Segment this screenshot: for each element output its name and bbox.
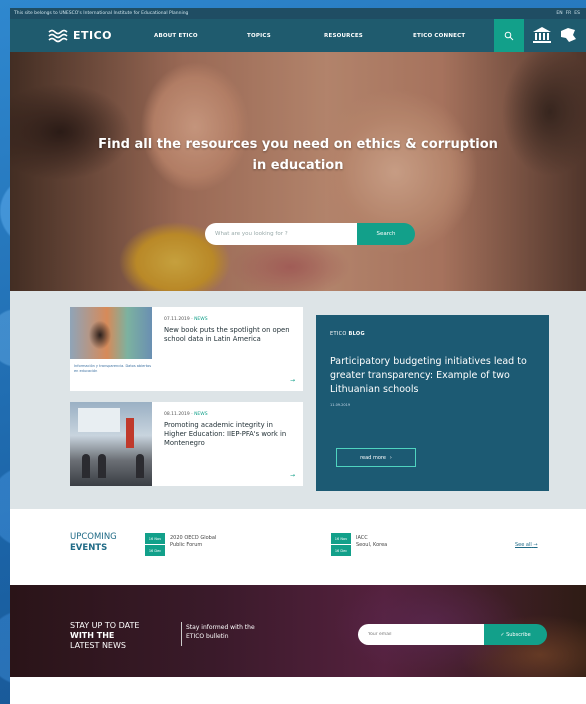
search-icon — [504, 31, 514, 40]
news-meta: 08.11.2019 · NEWS — [164, 412, 208, 417]
upcoming-events: UPCOMING EVENTS 16 Nov 16 Dec 2020 OECD … — [10, 509, 586, 585]
read-more-button[interactable]: read more › — [336, 448, 416, 467]
arrow-right-icon: → — [533, 542, 538, 548]
hero-search: Search — [205, 223, 415, 245]
event-location: Public Forum — [170, 542, 203, 548]
main-navigation: ETICO ABOUT ETICO TOPICS RESOURCES ETICO… — [10, 19, 586, 52]
nav-topics[interactable]: TOPICS — [247, 33, 324, 39]
logo-text: ETICO — [73, 29, 113, 42]
newsletter-description: Stay informed with the ETICO bulletin — [186, 624, 255, 640]
hero-title: Find all the resources you need on ethic… — [10, 134, 586, 176]
lang-en[interactable]: EN — [556, 11, 562, 16]
news-meta: 07.11.2019 · NEWS — [164, 317, 208, 322]
subscribe-button[interactable]: ✓ Subscribe — [484, 624, 547, 645]
blog-feature: ETICO BLOG Participatory budgeting initi… — [316, 315, 549, 491]
hero-banner: Find all the resources you need on ethic… — [10, 52, 586, 291]
chevron-right-icon: › — [389, 454, 392, 461]
news-tag: NEWS — [194, 412, 208, 417]
news-date: 08.11.2019 — [164, 412, 190, 417]
news-image-caption: Información y transparencia. Datos abier… — [74, 364, 152, 373]
language-switcher: EN FR ES — [556, 11, 580, 16]
blog-title[interactable]: Participatory budgeting initiatives lead… — [330, 355, 535, 397]
event-item[interactable]: 16 Nov 16 Dec IACC Seoul, Korea — [331, 533, 387, 556]
event-location: Seoul, Korea — [356, 542, 388, 548]
nav-menu: ABOUT ETICO TOPICS RESOURCES ETICO CONNE… — [154, 33, 483, 39]
news-image — [70, 402, 152, 486]
see-all-events-link[interactable]: See all → — [515, 542, 538, 548]
news-section: Información y transparencia. Datos abier… — [10, 291, 586, 509]
hero-title-line2: in education — [252, 158, 344, 173]
website-page: This site belongs to UNESCO's Internatio… — [10, 8, 586, 704]
blog-label: ETICO BLOG — [330, 331, 365, 337]
etico-logo[interactable]: ETICO — [48, 29, 112, 43]
email-field[interactable] — [358, 624, 484, 645]
newsletter-form: ✓ Subscribe — [358, 624, 547, 645]
event-title: IACC — [356, 535, 368, 541]
news-image: Información y transparencia. Datos abier… — [70, 307, 152, 391]
news-title[interactable]: Promoting academic integrity in Higher E… — [164, 421, 295, 448]
hero-search-input[interactable] — [205, 223, 357, 245]
event-date-start: 16 Nov — [331, 533, 351, 544]
news-card[interactable]: 08.11.2019 · NEWS Promoting academic int… — [70, 402, 303, 486]
hero-title-line1: Find all the resources you need on ethic… — [98, 137, 498, 152]
news-tag: NEWS — [194, 317, 208, 322]
news-title[interactable]: New book puts the spotlight on open scho… — [164, 326, 295, 344]
blog-date: 11.09.2019 — [330, 403, 351, 407]
footer-area — [10, 677, 586, 704]
arrow-right-icon[interactable]: → — [290, 472, 295, 479]
waves-icon — [48, 29, 68, 42]
globe-emblem-icon[interactable] — [558, 25, 578, 45]
arrow-right-icon[interactable]: → — [290, 377, 295, 384]
hero-search-button[interactable]: Search — [357, 223, 415, 245]
newsletter-signup: STAY UP TO DATE WITH THE LATEST NEWS Sta… — [10, 585, 586, 677]
event-item[interactable]: 16 Nov 16 Dec 2020 OECD Global Public Fo… — [145, 533, 216, 556]
nav-etico-connect[interactable]: ETICO CONNECT — [413, 33, 483, 39]
lang-es[interactable]: ES — [574, 11, 580, 16]
institute-notice: This site belongs to UNESCO's Internatio… — [14, 11, 189, 16]
institution-icon[interactable] — [532, 25, 552, 45]
nav-about[interactable]: ABOUT ETICO — [154, 33, 247, 39]
event-title: 2020 OECD Global — [170, 535, 217, 541]
nav-search-button[interactable] — [494, 19, 524, 52]
event-date-start: 16 Nov — [145, 533, 165, 544]
divider — [181, 622, 182, 646]
newsletter-title: STAY UP TO DATE WITH THE LATEST NEWS — [70, 621, 140, 650]
top-strip: This site belongs to UNESCO's Internatio… — [10, 8, 586, 19]
news-card[interactable]: Información y transparencia. Datos abier… — [70, 307, 303, 391]
event-date-end: 16 Dec — [331, 545, 351, 556]
nav-resources[interactable]: RESOURCES — [324, 33, 413, 39]
events-title: UPCOMING EVENTS — [70, 532, 117, 553]
news-date: 07.11.2019 — [164, 317, 190, 322]
lang-fr[interactable]: FR — [566, 11, 572, 16]
event-date-end: 16 Dec — [145, 545, 165, 556]
